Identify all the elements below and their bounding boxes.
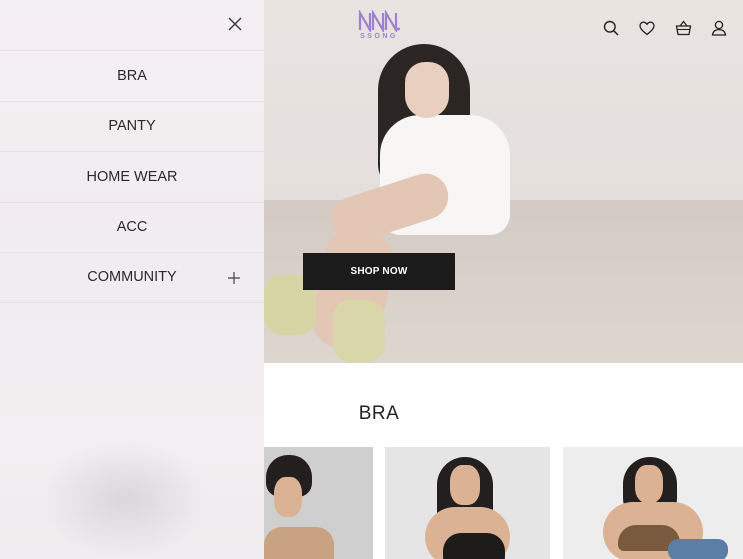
menu-item-label: BRA <box>117 67 147 84</box>
product-card[interactable] <box>264 447 373 559</box>
menu-item-bra[interactable]: BRA <box>0 50 264 101</box>
product-image <box>443 533 505 559</box>
product-image <box>264 527 334 559</box>
model-sock <box>333 300 385 362</box>
plus-icon[interactable] <box>227 271 241 285</box>
basket-icon[interactable] <box>673 18 693 38</box>
menu-item-community[interactable]: COMMUNITY <box>0 252 264 303</box>
menu-item-label: ACC <box>116 219 148 236</box>
section-title: BRA <box>358 403 400 424</box>
product-image <box>635 465 663 503</box>
search-icon[interactable] <box>601 18 621 38</box>
menu-item-label: PANTY <box>108 118 156 135</box>
navigation-drawer: BRA PANTY HOME WEAR ACC COMMUNITY <box>0 0 264 559</box>
heart-icon[interactable] <box>637 18 657 38</box>
menu-item-acc[interactable]: ACC <box>0 201 264 253</box>
brand-logo[interactable]: SSONG <box>355 10 403 46</box>
product-card[interactable] <box>385 447 550 559</box>
menu-item-label: COMMUNITY <box>87 269 177 286</box>
user-icon[interactable] <box>709 18 729 38</box>
product-image <box>450 465 480 505</box>
menu-item-label: HOME WEAR <box>86 168 178 185</box>
menu-item-home-wear[interactable]: HOME WEAR <box>0 151 264 202</box>
product-image <box>274 477 302 517</box>
model-face <box>405 62 449 118</box>
logo-text: SSONG <box>360 33 398 40</box>
product-image <box>668 539 728 559</box>
drawer-backdrop-shade <box>40 440 210 559</box>
close-icon[interactable] <box>224 13 246 35</box>
product-card[interactable] <box>563 447 743 559</box>
menu-item-panty[interactable]: PANTY <box>0 100 264 152</box>
drawer-menu: BRA PANTY HOME WEAR ACC COMMUNITY <box>0 50 264 303</box>
logo-mark-icon <box>358 10 400 32</box>
header-actions <box>601 18 729 38</box>
shop-now-button[interactable]: SHOP NOW <box>303 253 455 290</box>
